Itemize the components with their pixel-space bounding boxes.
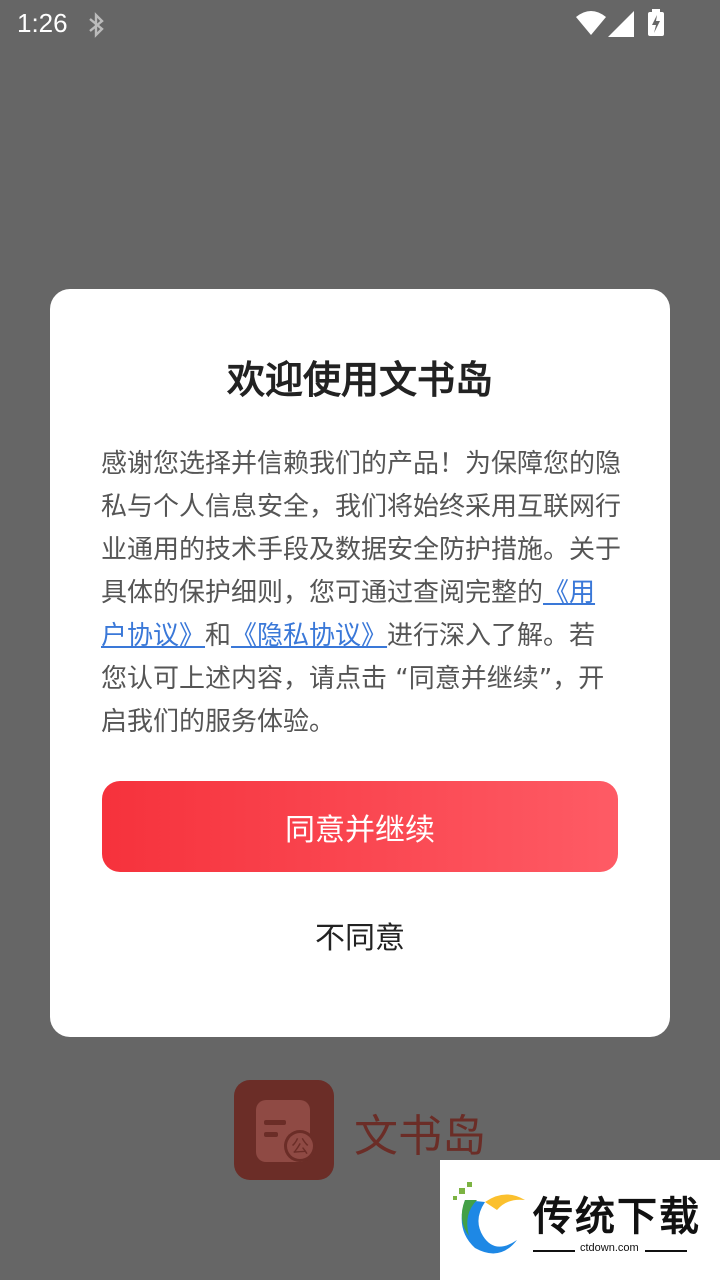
wifi-icon (576, 11, 606, 35)
watermark-divider-right (645, 1250, 687, 1252)
status-bar: 1:26 (0, 0, 720, 50)
watermark-url: ctdown.com (580, 1242, 639, 1254)
watermark-divider-left (533, 1250, 575, 1252)
watermark: 传统下载 ctdown.com (440, 1160, 720, 1280)
app-logo: 公 (234, 1080, 334, 1180)
watermark-brand: 传统下载 (533, 1194, 701, 1240)
cellular-signal-icon (608, 11, 634, 37)
dialog-body: 感谢您选择并信赖我们的产品！为保障您的隐私与个人信息安全，我们将始终采用互联网行… (101, 443, 621, 744)
bluetooth-icon (89, 12, 104, 38)
app-name: 文书岛 (354, 1111, 486, 1162)
privacy-dialog: 欢迎使用文书岛 感谢您选择并信赖我们的产品！为保障您的隐私与个人信息安全，我们将… (50, 289, 670, 1037)
document-icon: 公 (256, 1100, 316, 1162)
battery-charging-icon (648, 9, 664, 36)
body-conjunction: 和 (205, 621, 232, 651)
dialog-title: 欢迎使用文书岛 (226, 358, 493, 402)
watermark-logo (453, 1182, 525, 1254)
agree-continue-button[interactable]: 同意并继续 (102, 781, 618, 872)
status-time: 1:26 (17, 8, 68, 38)
logo-badge: 公 (291, 1137, 309, 1158)
disagree-button[interactable]: 不同意 (50, 909, 670, 969)
privacy-policy-link[interactable]: 《隐私协议》 (231, 621, 387, 651)
